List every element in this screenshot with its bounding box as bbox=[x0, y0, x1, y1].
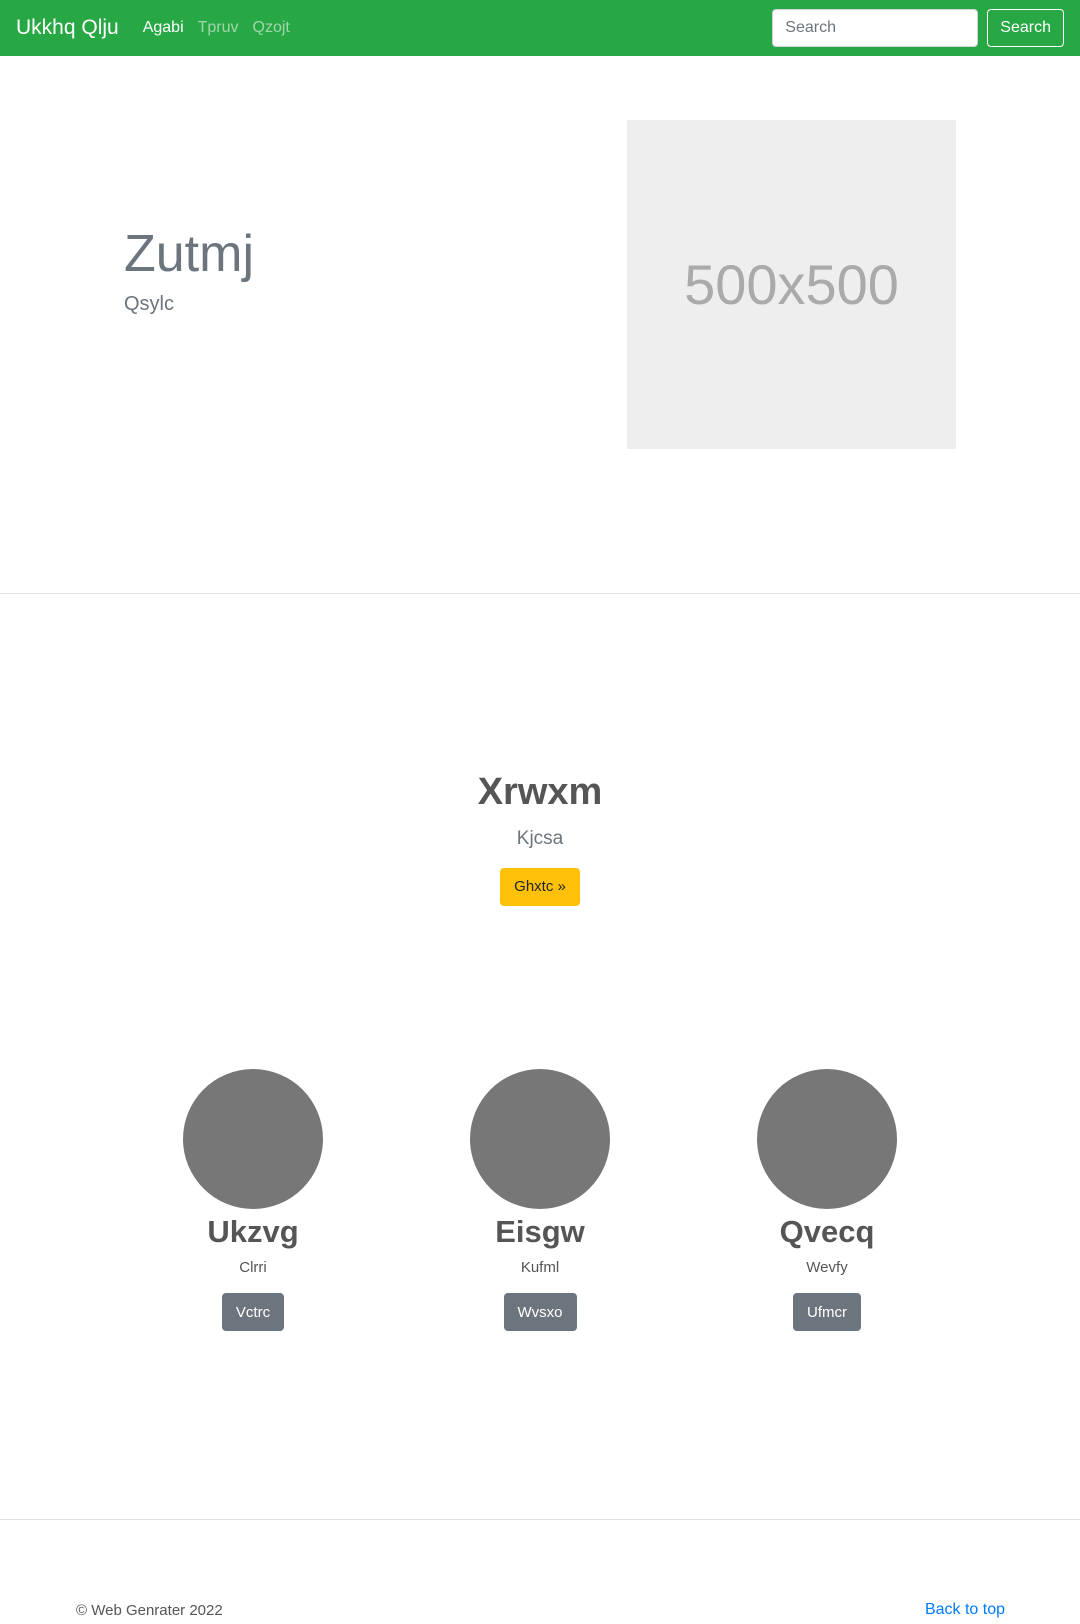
card-ukzvg: Ukzvg Clrri Vctrc bbox=[109, 1069, 397, 1332]
feature-title: Xrwxm bbox=[477, 771, 603, 813]
card-eisgw: Eisgw Kufml Wvsxo bbox=[396, 1069, 684, 1332]
card-button[interactable]: Ufmcr bbox=[793, 1293, 861, 1332]
hero-title: Zutmj bbox=[124, 225, 254, 283]
back-to-top-link[interactable]: Back to top bbox=[925, 1601, 1005, 1619]
card-title: Eisgw bbox=[495, 1214, 585, 1249]
feature-button[interactable]: Ghxtc » bbox=[500, 867, 580, 906]
nav-links: Agabi Tpruv Qzojt bbox=[143, 19, 304, 37]
search-input[interactable] bbox=[772, 9, 979, 47]
card-avatar-placeholder bbox=[757, 1069, 897, 1209]
brand-link[interactable]: Ukkhq Qlju bbox=[16, 16, 119, 40]
nav-search-form: Search bbox=[772, 9, 1064, 47]
hero-image-label: 500x500 bbox=[684, 253, 899, 316]
footer-divider bbox=[0, 1519, 1080, 1520]
card-text: Clrri bbox=[239, 1259, 267, 1277]
card-text: Kufml bbox=[520, 1259, 560, 1277]
nav-link-agabi[interactable]: Agabi bbox=[143, 19, 184, 37]
hero-subtitle: Qsylc bbox=[124, 293, 174, 315]
feature-section: Xrwxm Kjcsa Ghxtc » bbox=[0, 770, 1080, 906]
section-divider bbox=[0, 593, 1080, 594]
card-qvecq: Qvecq Wevfy Ufmcr bbox=[683, 1069, 971, 1332]
search-button[interactable]: Search bbox=[987, 9, 1064, 47]
hero-image-placeholder: 500x500 bbox=[627, 120, 956, 449]
nav-link-qzojt[interactable]: Qzojt bbox=[253, 19, 290, 37]
card-button[interactable]: Wvsxo bbox=[503, 1293, 577, 1332]
navbar: Ukkhq Qlju Agabi Tpruv Qzojt Search bbox=[0, 0, 1080, 56]
card-title: Qvecq bbox=[779, 1214, 875, 1249]
card-text: Wevfy bbox=[806, 1259, 848, 1277]
card-title: Ukzvg bbox=[207, 1214, 299, 1249]
card-button[interactable]: Vctrc bbox=[221, 1293, 285, 1332]
card-avatar-placeholder bbox=[183, 1069, 323, 1209]
card-avatar-placeholder bbox=[470, 1069, 610, 1209]
footer-copyright: © Web Genrater 2022 bbox=[76, 1602, 223, 1619]
feature-subtitle: Kjcsa bbox=[516, 827, 564, 849]
nav-link-tpruv[interactable]: Tpruv bbox=[198, 19, 239, 37]
